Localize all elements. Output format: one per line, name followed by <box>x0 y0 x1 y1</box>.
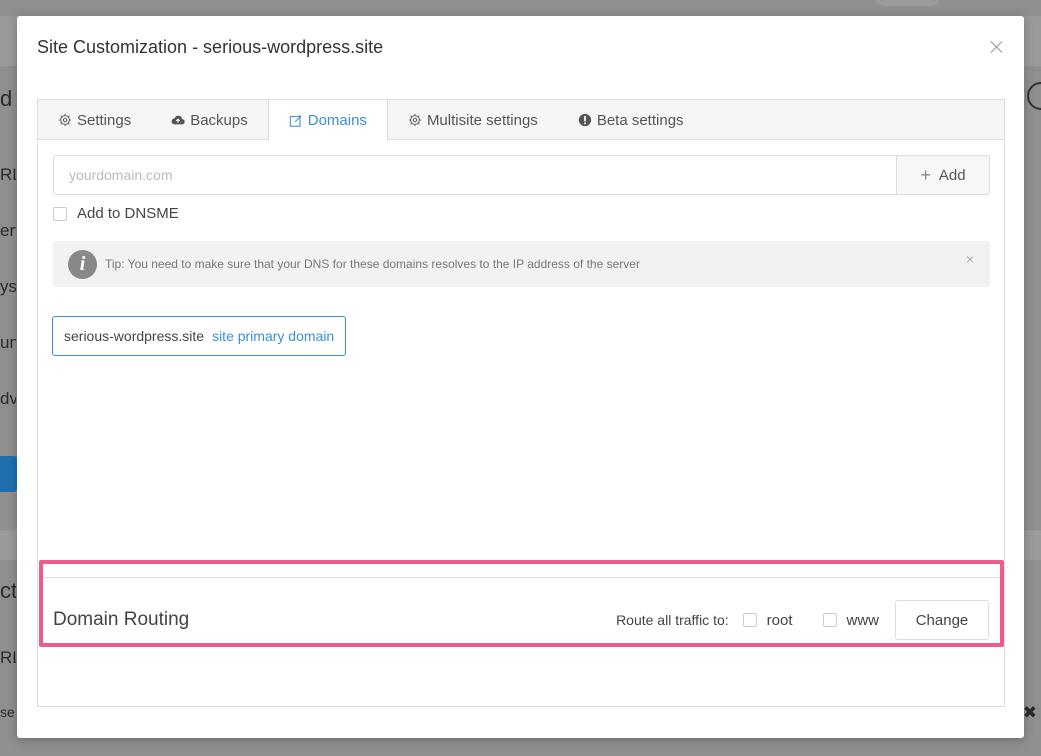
tip-text: Tip: You need to make sure that your DNS… <box>105 257 640 271</box>
add-domain-row: + Add <box>53 155 990 195</box>
close-icon[interactable] <box>990 40 1004 54</box>
dnsme-checkbox[interactable] <box>53 206 67 221</box>
background-text: se <box>0 704 15 720</box>
cloud-upload-icon <box>171 113 185 127</box>
routing-highlight-box <box>39 560 1004 647</box>
edit-icon <box>289 114 303 128</box>
background-button <box>0 456 17 492</box>
add-button-label: Add <box>938 166 966 184</box>
background-pill <box>875 0 941 6</box>
tab-label: Settings <box>77 111 132 129</box>
plus-icon: + <box>920 165 931 185</box>
background-text: un <box>0 333 16 352</box>
background-help-icon <box>1027 82 1041 110</box>
background-text: dv <box>0 389 16 408</box>
background-text: RL <box>0 648 16 667</box>
dns-tip-alert: i Tip: You need to make sure that your D… <box>53 241 990 287</box>
info-icon: i <box>68 249 97 279</box>
exclamation-circle-icon <box>578 113 592 127</box>
domain-list-item[interactable]: serious-wordpress.site site primary doma… <box>52 316 347 356</box>
gear-icon <box>58 113 72 127</box>
tab-beta-settings[interactable]: Beta settings <box>558 100 704 140</box>
tab-domains[interactable]: Domains <box>267 100 388 141</box>
tab-multisite-settings[interactable]: Multisite settings <box>388 100 558 140</box>
background-close-icon: ✖ <box>1022 703 1037 722</box>
tab-bar: Settings Backups Domains Multisite setti… <box>38 100 1004 141</box>
domain-input[interactable] <box>53 155 896 195</box>
background-text: d <box>0 86 13 111</box>
background-text: yst <box>0 277 16 296</box>
background-text: erv <box>0 221 16 240</box>
dnsme-label: Add to DNSME <box>77 205 179 222</box>
tab-settings[interactable]: Settings <box>38 100 151 140</box>
tab-label: Domains <box>307 112 367 129</box>
tab-label: Beta settings <box>596 111 684 129</box>
primary-domain-tag: site primary domain <box>212 328 335 344</box>
tab-label: Backups <box>190 111 248 129</box>
gear-icon <box>408 113 422 127</box>
tip-close-icon[interactable]: × <box>966 251 974 267</box>
dnsme-option: Add to DNSME <box>53 205 179 222</box>
tab-label: Multisite settings <box>426 111 538 129</box>
domain-name: serious-wordpress.site <box>64 328 205 344</box>
background-text: ct <box>0 578 16 603</box>
tab-backups[interactable]: Backups <box>151 100 268 140</box>
background-text: RL <box>0 165 16 184</box>
add-domain-button[interactable]: + Add <box>896 155 990 195</box>
modal-title: Site Customization - serious-wordpress.s… <box>37 37 384 57</box>
